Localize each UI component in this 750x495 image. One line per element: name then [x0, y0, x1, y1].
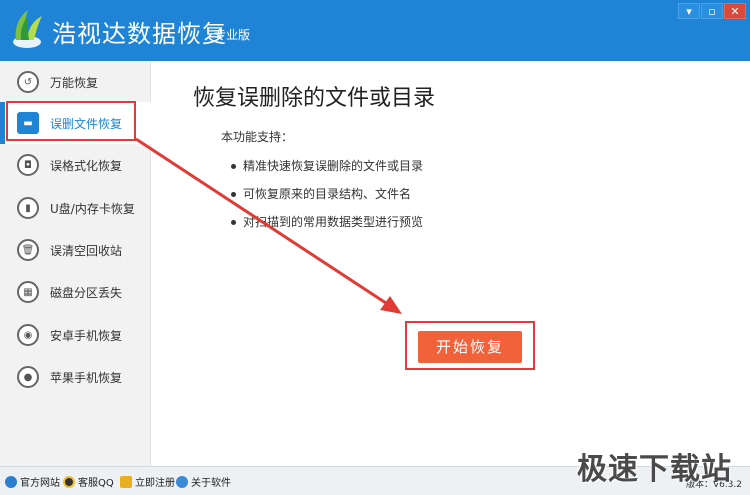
sidebar-item-iphone-recovery[interactable]: ● 苹果手机恢复 [0, 356, 151, 398]
sidebar-item-format-recovery[interactable]: ◘ 误格式化恢复 [0, 144, 151, 186]
minimize-button[interactable]: ▫ [701, 3, 723, 19]
key-icon [120, 475, 132, 488]
sidebar-item-android-recovery[interactable]: ◉ 安卓手机恢复 [0, 314, 151, 356]
sidebar-item-label: 误清空回收站 [50, 243, 123, 258]
partition-icon: ▦ [17, 281, 39, 303]
feature-item: 对扫描到的常用数据类型进行预览 [231, 208, 423, 236]
support-label: 本功能支持： [221, 130, 294, 144]
about-link[interactable]: 关于软件 [176, 474, 231, 489]
menu-button[interactable]: ▾ [678, 3, 700, 19]
sidebar-item-label: 误格式化恢复 [50, 158, 123, 173]
sidebar-item-recycle-bin-recovery[interactable]: 🗑 误清空回收站 [0, 229, 151, 271]
watermark-text: 极速下载站 [577, 452, 732, 487]
title-bar: 浩视达数据恢复 专业版 ▾ ▫ ✕ [0, 0, 750, 61]
refresh-icon: ↺ [17, 71, 39, 93]
sidebar-item-label: 万能恢复 [50, 75, 99, 90]
sidebar-item-label: 磁盘分区丢失 [50, 285, 123, 300]
info-icon [176, 475, 188, 488]
app-logo-icon [13, 10, 42, 48]
page-title: 恢复误删除的文件或目录 [193, 86, 436, 111]
close-button[interactable]: ✕ [724, 3, 746, 19]
app-title: 浩视达数据恢复 [52, 20, 227, 48]
sidebar-item-partition-lost[interactable]: ▦ 磁盘分区丢失 [0, 271, 151, 313]
usb-icon: ▮ [17, 197, 39, 219]
feature-list: 精准快速恢复误删除的文件或目录 可恢复原来的目录结构、文件名 对扫描到的常用数据… [231, 152, 423, 236]
sidebar-item-label: 安卓手机恢复 [50, 328, 123, 343]
feature-item: 可恢复原来的目录结构、文件名 [231, 180, 423, 208]
qq-icon [63, 475, 75, 488]
apple-icon: ● [17, 366, 39, 388]
sidebar-item-usb-card-recovery[interactable]: ▮ U盘/内存卡恢复 [0, 187, 151, 229]
globe-icon [5, 475, 17, 488]
register-link[interactable]: 立即注册 [120, 474, 175, 489]
support-qq-link[interactable]: 客服QQ [63, 474, 114, 489]
disk-icon: ◘ [17, 154, 39, 176]
official-site-link[interactable]: 官方网站 [5, 474, 60, 489]
sidebar-item-universal-recovery[interactable]: ↺ 万能恢复 [0, 61, 151, 103]
trash-icon: 🗑 [17, 239, 39, 261]
feature-item: 精准快速恢复误删除的文件或目录 [231, 152, 423, 180]
window-controls: ▾ ▫ ✕ [678, 3, 746, 19]
highlight-box-sidebar [6, 101, 136, 141]
edition-label: 专业版 [214, 28, 251, 42]
sidebar-item-label: U盘/内存卡恢复 [50, 201, 135, 216]
sidebar-item-label: 苹果手机恢复 [50, 370, 123, 385]
android-icon: ◉ [17, 324, 39, 346]
start-recovery-button[interactable]: 开始恢复 [418, 331, 522, 363]
